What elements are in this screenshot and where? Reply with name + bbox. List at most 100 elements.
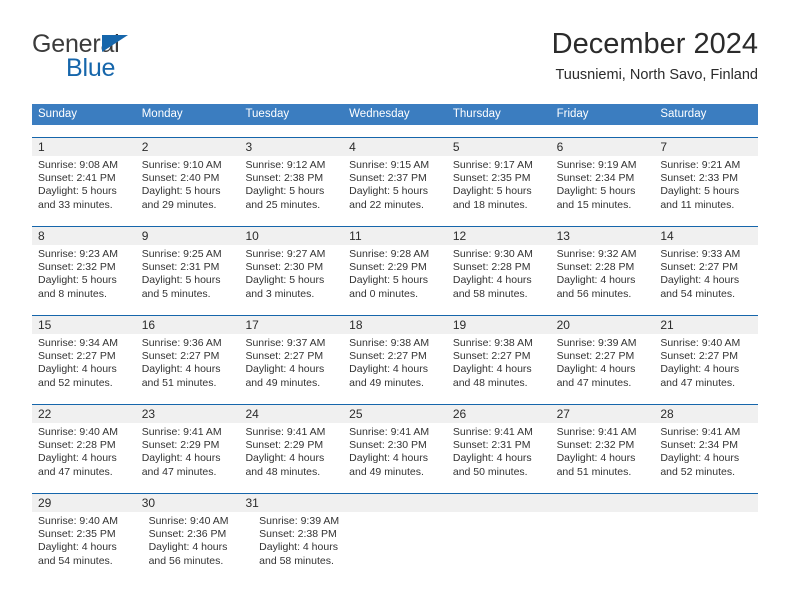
sunrise-text: Sunrise: 9:21 AM — [660, 159, 741, 171]
day-number[interactable]: 24 — [239, 405, 343, 423]
day-number[interactable]: 16 — [136, 316, 240, 334]
daylight-text-cont: and 51 minutes. — [556, 465, 632, 478]
day-cell[interactable]: Sunrise: 9:40 AM Sunset: 2:27 PM Dayligh… — [654, 334, 758, 392]
sunrise-text: Sunrise: 9:40 AM — [38, 426, 118, 438]
day-number[interactable]: 5 — [447, 138, 551, 156]
day-cell[interactable]: Sunrise: 9:40 AM Sunset: 2:28 PM Dayligh… — [32, 423, 136, 481]
day-cell[interactable]: Sunrise: 9:32 AM Sunset: 2:28 PM Dayligh… — [551, 245, 655, 303]
day-number[interactable]: 21 — [654, 316, 758, 334]
day-number[interactable]: 14 — [654, 227, 758, 245]
day-number[interactable]: 12 — [447, 227, 551, 245]
day-number[interactable]: 30 — [136, 494, 240, 512]
day-cell[interactable]: Sunrise: 9:40 AM Sunset: 2:35 PM Dayligh… — [32, 512, 143, 570]
sunrise-text: Sunrise: 9:12 AM — [245, 159, 326, 171]
daylight-text: Daylight: 4 hours — [38, 541, 117, 554]
sunrise-text: Sunrise: 9:37 AM — [245, 337, 326, 349]
day-cell[interactable]: Sunrise: 9:36 AM Sunset: 2:27 PM Dayligh… — [136, 334, 240, 392]
daylight-text: Daylight: 4 hours — [245, 363, 325, 376]
daylight-text: Daylight: 4 hours — [38, 452, 117, 465]
daylight-text: Daylight: 5 hours — [141, 185, 221, 198]
sunset-text: Sunset: 2:29 PM — [245, 439, 324, 452]
day-number[interactable]: 25 — [343, 405, 447, 423]
day-cell[interactable]: Sunrise: 9:15 AM Sunset: 2:37 PM Dayligh… — [343, 156, 447, 214]
day-cell[interactable]: Sunrise: 9:41 AM Sunset: 2:29 PM Dayligh… — [136, 423, 240, 481]
sunset-text: Sunset: 2:32 PM — [38, 261, 116, 274]
day-number[interactable]: 28 — [654, 405, 758, 423]
daylight-text: Daylight: 4 hours — [452, 452, 532, 465]
weekday-header-tuesday: Tuesday — [245, 108, 290, 120]
day-cell[interactable]: Sunrise: 9:41 AM Sunset: 2:34 PM Dayligh… — [654, 423, 758, 481]
sunset-text: Sunset: 2:28 PM — [452, 261, 531, 274]
day-cell[interactable]: Sunrise: 9:41 AM Sunset: 2:31 PM Dayligh… — [447, 423, 551, 481]
weekday-header-saturday: Saturday — [660, 108, 707, 120]
day-cell[interactable]: Sunrise: 9:33 AM Sunset: 2:27 PM Dayligh… — [654, 245, 758, 303]
day-cell[interactable]: Sunrise: 9:12 AM Sunset: 2:38 PM Dayligh… — [239, 156, 343, 214]
day-cell[interactable]: Sunrise: 9:40 AM Sunset: 2:36 PM Dayligh… — [143, 512, 254, 570]
daylight-text: Daylight: 4 hours — [38, 363, 117, 376]
sunset-text: Sunset: 2:29 PM — [349, 261, 427, 274]
day-cell[interactable]: Sunrise: 9:34 AM Sunset: 2:27 PM Dayligh… — [32, 334, 136, 392]
day-cell[interactable]: Sunrise: 9:39 AM Sunset: 2:27 PM Dayligh… — [551, 334, 655, 392]
day-cell[interactable]: Sunrise: 9:41 AM Sunset: 2:29 PM Dayligh… — [239, 423, 343, 481]
day-cell-empty — [462, 512, 561, 570]
day-number[interactable]: 6 — [551, 138, 655, 156]
day-number[interactable]: 15 — [32, 316, 136, 334]
sunset-text: Sunset: 2:35 PM — [452, 172, 531, 185]
day-number[interactable]: 8 — [32, 227, 136, 245]
day-cell[interactable]: Sunrise: 9:17 AM Sunset: 2:35 PM Dayligh… — [447, 156, 551, 214]
day-number[interactable]: 4 — [343, 138, 447, 156]
daylight-text-cont: and 8 minutes. — [38, 287, 107, 300]
day-number[interactable]: 19 — [447, 316, 551, 334]
day-number[interactable]: 18 — [343, 316, 447, 334]
day-number-empty — [343, 494, 447, 512]
sunset-text: Sunset: 2:34 PM — [556, 172, 635, 185]
day-number[interactable]: 22 — [32, 405, 136, 423]
day-number[interactable]: 27 — [551, 405, 655, 423]
day-cell[interactable]: Sunrise: 9:37 AM Sunset: 2:27 PM Dayligh… — [239, 334, 343, 392]
day-number[interactable]: 13 — [551, 227, 655, 245]
day-number[interactable]: 17 — [239, 316, 343, 334]
day-number[interactable]: 1 — [32, 138, 136, 156]
day-cell[interactable]: Sunrise: 9:39 AM Sunset: 2:38 PM Dayligh… — [253, 512, 364, 570]
day-cell[interactable]: Sunrise: 9:23 AM Sunset: 2:32 PM Dayligh… — [32, 245, 136, 303]
day-number[interactable]: 11 — [343, 227, 447, 245]
day-cell[interactable]: Sunrise: 9:38 AM Sunset: 2:27 PM Dayligh… — [343, 334, 447, 392]
daylight-text-cont: and 47 minutes. — [141, 465, 217, 478]
daylight-text-cont: and 22 minutes. — [349, 198, 424, 211]
sunrise-text: Sunrise: 9:19 AM — [556, 159, 637, 171]
sunrise-text: Sunrise: 9:25 AM — [141, 248, 222, 260]
daylight-text: Daylight: 4 hours — [660, 274, 740, 287]
sunrise-text: Sunrise: 9:39 AM — [259, 515, 340, 527]
day-cell[interactable]: Sunrise: 9:38 AM Sunset: 2:27 PM Dayligh… — [447, 334, 551, 392]
day-cell[interactable]: Sunrise: 9:10 AM Sunset: 2:40 PM Dayligh… — [136, 156, 240, 214]
day-number[interactable]: 3 — [239, 138, 343, 156]
day-number-empty — [654, 494, 758, 512]
day-cell[interactable]: Sunrise: 9:41 AM Sunset: 2:30 PM Dayligh… — [343, 423, 447, 481]
day-number[interactable]: 2 — [136, 138, 240, 156]
day-cell[interactable]: Sunrise: 9:08 AM Sunset: 2:41 PM Dayligh… — [32, 156, 136, 214]
day-cell[interactable]: Sunrise: 9:28 AM Sunset: 2:29 PM Dayligh… — [343, 245, 447, 303]
daylight-text-cont: and 18 minutes. — [452, 198, 528, 211]
day-cell[interactable]: Sunrise: 9:19 AM Sunset: 2:34 PM Dayligh… — [551, 156, 655, 214]
day-number[interactable]: 7 — [654, 138, 758, 156]
day-number[interactable]: 9 — [136, 227, 240, 245]
day-number[interactable]: 20 — [551, 316, 655, 334]
week-daynumber-band: 15 16 17 18 19 20 21 — [32, 316, 758, 334]
day-number[interactable]: 26 — [447, 405, 551, 423]
sunrise-text: Sunrise: 9:41 AM — [245, 426, 326, 438]
brand-logo[interactable]: General Blue — [32, 30, 232, 88]
day-cell[interactable]: Sunrise: 9:21 AM Sunset: 2:33 PM Dayligh… — [654, 156, 758, 214]
daylight-text-cont: and 49 minutes. — [245, 376, 321, 389]
sunrise-text: Sunrise: 9:38 AM — [349, 337, 430, 349]
week-details-band: Sunrise: 9:34 AM Sunset: 2:27 PM Dayligh… — [32, 334, 758, 392]
day-cell[interactable]: Sunrise: 9:25 AM Sunset: 2:31 PM Dayligh… — [136, 245, 240, 303]
day-number[interactable]: 10 — [239, 227, 343, 245]
day-number[interactable]: 23 — [136, 405, 240, 423]
day-cell[interactable]: Sunrise: 9:41 AM Sunset: 2:32 PM Dayligh… — [551, 423, 655, 481]
sunrise-text: Sunrise: 9:10 AM — [141, 159, 222, 171]
day-number[interactable]: 31 — [239, 494, 343, 512]
sunrise-text: Sunrise: 9:41 AM — [349, 426, 430, 438]
day-number[interactable]: 29 — [32, 494, 136, 512]
day-cell[interactable]: Sunrise: 9:27 AM Sunset: 2:30 PM Dayligh… — [239, 245, 343, 303]
day-cell[interactable]: Sunrise: 9:30 AM Sunset: 2:28 PM Dayligh… — [447, 245, 551, 303]
